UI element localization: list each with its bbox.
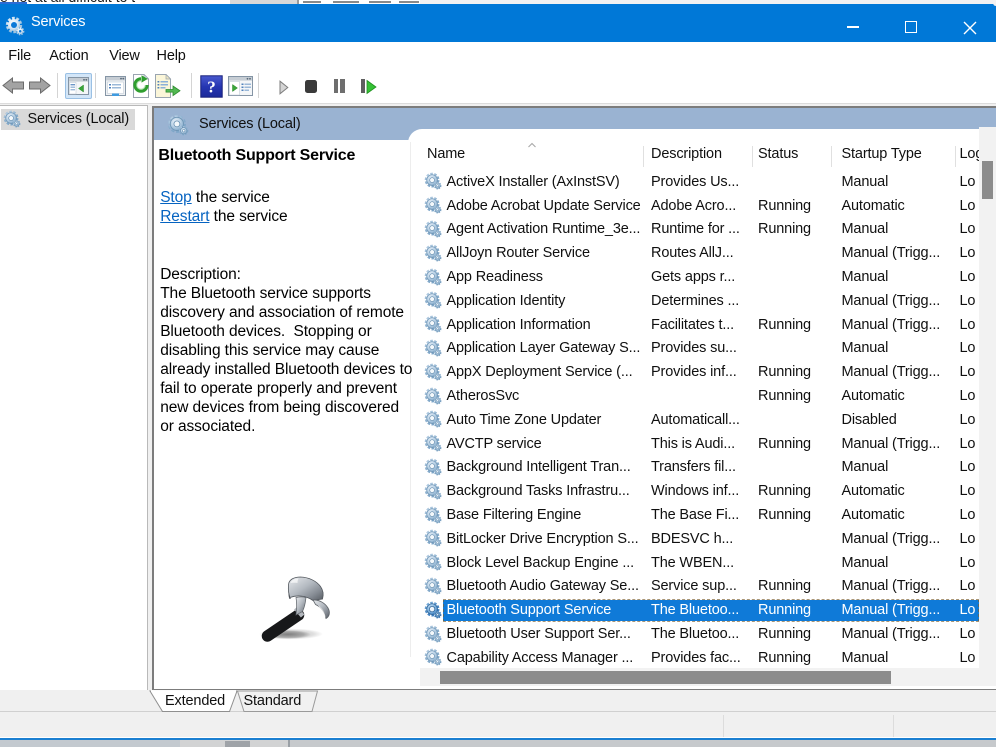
svg-text:?: ? — [207, 78, 216, 97]
